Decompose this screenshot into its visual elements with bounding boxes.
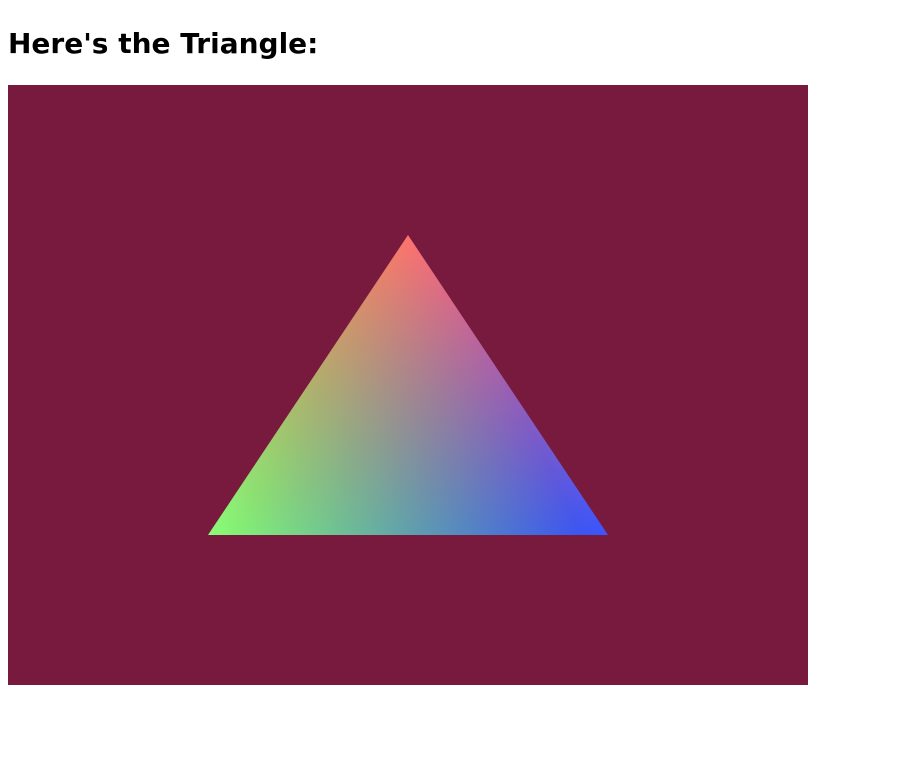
page-title: Here's the Triangle: xyxy=(8,27,319,60)
webgl-canvas xyxy=(8,85,808,685)
